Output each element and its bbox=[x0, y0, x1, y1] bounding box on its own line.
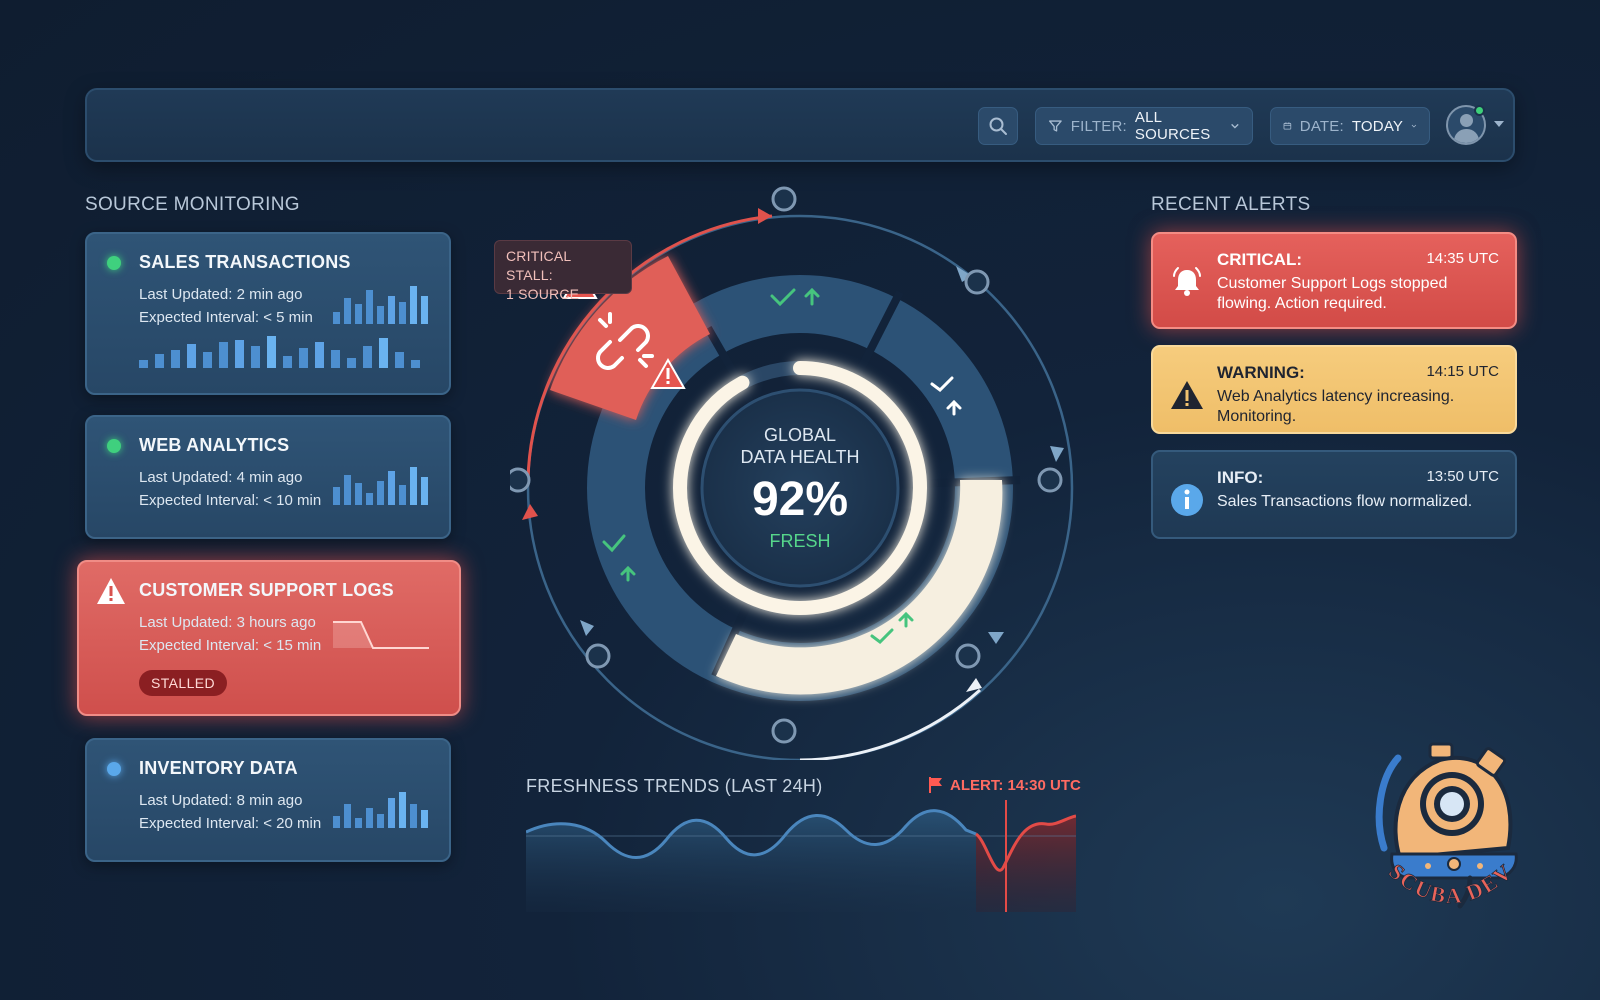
expected-interval: Expected Interval: < 20 min bbox=[139, 815, 322, 832]
freshness-trends-title: FRESHNESS TRENDS (LAST 24H) bbox=[526, 776, 823, 796]
gauge-title-line-2: DATA HEALTH bbox=[740, 447, 860, 467]
alert-time: 14:15 UTC bbox=[1426, 363, 1499, 380]
expected-interval: Expected Interval: < 10 min bbox=[139, 492, 322, 509]
orbit-arrow bbox=[522, 504, 538, 520]
callout-line-2: 1 SOURCE bbox=[506, 286, 580, 302]
stalled-flow-line bbox=[333, 621, 429, 649]
source-monitoring-title: SOURCE MONITORING bbox=[85, 194, 300, 215]
alert-time: 14:35 UTC bbox=[1426, 250, 1499, 267]
alert-message: Sales Transactions flow normalized. bbox=[1217, 493, 1473, 510]
orbit-arrow bbox=[580, 620, 594, 636]
sparkline-bars bbox=[333, 792, 428, 828]
chevron-down-icon bbox=[1411, 124, 1417, 128]
flag-icon bbox=[929, 777, 942, 793]
recent-alerts-title: RECENT ALERTS bbox=[1151, 194, 1311, 215]
caret-down-icon[interactable] bbox=[1494, 121, 1504, 127]
calendar-icon bbox=[1283, 122, 1292, 130]
filter-value: ALL SOURCES bbox=[1134, 109, 1211, 143]
expected-interval: Expected Interval: < 15 min bbox=[139, 637, 322, 654]
source-name: WEB ANALYTICS bbox=[139, 435, 290, 455]
status-dot bbox=[107, 439, 121, 453]
sparkline-bars-wide bbox=[139, 336, 420, 368]
source-name: INVENTORY DATA bbox=[139, 758, 298, 778]
source-name: CUSTOMER SUPPORT LOGS bbox=[139, 580, 394, 600]
search-icon bbox=[989, 117, 1007, 135]
recovery-orbit-arc bbox=[799, 688, 982, 760]
alert-info[interactable]: INFO: 13:50 UTC Sales Transactions flow … bbox=[1151, 450, 1517, 539]
callout-line-1: CRITICAL STALL: bbox=[506, 248, 571, 283]
sparkline-bars bbox=[333, 286, 428, 324]
freshness-trend-chart bbox=[526, 800, 1076, 912]
source-card-sales-transactions[interactable]: SALES TRANSACTIONS Last Updated: 2 min a… bbox=[85, 232, 451, 395]
filter-dropdown[interactable]: FILTER: ALL SOURCES bbox=[1035, 107, 1253, 145]
sparkline-bars bbox=[333, 467, 428, 505]
stalled-badge: STALLED bbox=[139, 670, 228, 696]
trend-area bbox=[526, 810, 976, 912]
source-card-customer-support-logs[interactable]: CUSTOMER SUPPORT LOGS Last Updated: 3 ho… bbox=[77, 560, 461, 716]
status-dot bbox=[107, 256, 121, 270]
expected-interval: Expected Interval: < 5 min bbox=[139, 309, 313, 326]
gauge-title: GLOBAL DATA HEALTH bbox=[710, 424, 890, 468]
alert-message: Customer Support Logs stopped flowing. A… bbox=[1217, 275, 1448, 312]
orbit-arrow bbox=[988, 632, 1004, 644]
source-card-web-analytics[interactable]: WEB ANALYTICS Last Updated: 4 min ago Ex… bbox=[85, 415, 451, 539]
top-bar: FILTER: ALL SOURCES DATE: TODAY bbox=[85, 88, 1515, 162]
gauge-title-line-1: GLOBAL bbox=[763, 425, 837, 445]
avatar-head-shape bbox=[1460, 114, 1473, 127]
gauge-value: 92% bbox=[751, 473, 849, 526]
alert-message: Web Analytics latency increasing. Monito… bbox=[1217, 388, 1455, 425]
critical-stall-callout: CRITICAL STALL: 1 SOURCE bbox=[494, 240, 632, 302]
source-card-inventory-data[interactable]: INVENTORY DATA Last Updated: 8 min ago E… bbox=[85, 738, 451, 862]
avatar-body-shape bbox=[1454, 129, 1479, 143]
warning-triangle-icon bbox=[1171, 381, 1203, 409]
status-dot bbox=[107, 762, 121, 776]
search-button[interactable] bbox=[978, 107, 1018, 145]
source-name: SALES TRANSACTIONS bbox=[139, 252, 351, 272]
trend-alert-label: ALERT: 14:30 UTC bbox=[950, 776, 1081, 794]
alert-warning[interactable]: WARNING: 14:15 UTC Web Analytics latency… bbox=[1151, 345, 1517, 434]
info-icon bbox=[1171, 484, 1203, 516]
bell-alarm-icon bbox=[1173, 267, 1201, 296]
last-updated: Last Updated: 8 min ago bbox=[139, 792, 303, 809]
alert-level: INFO: bbox=[1217, 468, 1264, 487]
filter-icon bbox=[1048, 120, 1062, 132]
alert-time: 13:50 UTC bbox=[1426, 468, 1499, 485]
alert-critical[interactable]: CRITICAL: 14:35 UTC Customer Support Log… bbox=[1151, 232, 1517, 329]
last-updated: Last Updated: 4 min ago bbox=[139, 469, 303, 486]
online-status-dot bbox=[1474, 105, 1485, 116]
alert-level: CRITICAL: bbox=[1217, 250, 1302, 269]
chevron-down-icon bbox=[1231, 123, 1239, 129]
last-updated: Last Updated: 3 hours ago bbox=[139, 614, 316, 631]
warning-triangle-icon bbox=[97, 578, 125, 604]
last-updated: Last Updated: 2 min ago bbox=[139, 286, 303, 303]
date-key: DATE: bbox=[1299, 117, 1344, 135]
alert-level: WARNING: bbox=[1217, 363, 1305, 382]
orbit-arrow bbox=[1050, 446, 1064, 462]
filter-key: FILTER: bbox=[1070, 117, 1127, 135]
orbit-arrow bbox=[758, 208, 772, 224]
scuba-dev-logo: SCUBA DEV bbox=[1375, 742, 1518, 909]
date-dropdown[interactable]: DATE: TODAY bbox=[1270, 107, 1430, 145]
gauge-status: FRESH bbox=[769, 531, 831, 551]
date-value: TODAY bbox=[1351, 117, 1404, 135]
trend-alert-marker[interactable]: ALERT: 14:30 UTC bbox=[928, 776, 1081, 794]
